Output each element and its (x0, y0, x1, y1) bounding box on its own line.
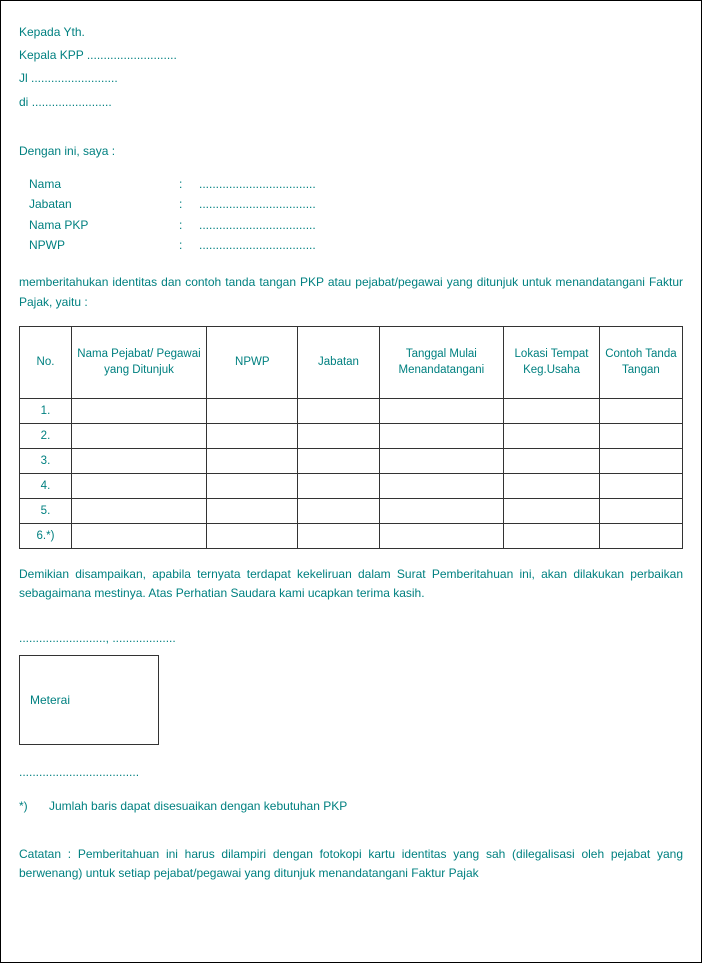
cell (504, 398, 600, 423)
paragraph-notify: memberitahukan identitas dan contoh tand… (19, 273, 683, 311)
cell-no: 6.*) (20, 523, 72, 548)
colon: : (179, 174, 199, 194)
table-header-row: No. Nama Pejabat/ Pegawai yang Ditunjuk … (20, 326, 683, 398)
document-page: Kepada Yth. Kepala KPP .................… (0, 0, 702, 963)
table-row: 3. (20, 448, 683, 473)
value-nama-pkp: ................................... (199, 215, 316, 235)
cell (379, 448, 504, 473)
table-row: 4. (20, 473, 683, 498)
field-nama: Nama : .................................… (29, 174, 683, 194)
cell (599, 423, 682, 448)
jl-prefix: Jl (19, 71, 31, 85)
table-row: 2. (20, 423, 683, 448)
label-jabatan: Jabatan (29, 194, 179, 214)
cell (207, 448, 298, 473)
footnote: *) Jumlah baris dapat disesuaikan dengan… (19, 799, 683, 813)
place-date-line: .........................., ............… (19, 631, 683, 645)
intro-text: Dengan ini, saya : (19, 144, 683, 158)
cell (379, 498, 504, 523)
cell (599, 448, 682, 473)
cell (71, 498, 206, 523)
signature-line: .................................... (19, 765, 683, 779)
cell (599, 523, 682, 548)
th-lokasi: Lokasi Tempat Keg.Usaha (504, 326, 600, 398)
cell (207, 498, 298, 523)
kpp-blank: ........................... (87, 48, 177, 62)
value-jabatan: ................................... (199, 194, 316, 214)
cell (71, 523, 206, 548)
cell (599, 398, 682, 423)
cell (379, 473, 504, 498)
table-row: 1. (20, 398, 683, 423)
recipient-line-4: di ........................ (19, 93, 683, 112)
cell (504, 473, 600, 498)
label-npwp: NPWP (29, 235, 179, 255)
recipient-line-2: Kepala KPP ........................... (19, 46, 683, 65)
cell (599, 473, 682, 498)
signature-table: No. Nama Pejabat/ Pegawai yang Ditunjuk … (19, 326, 683, 549)
cell (207, 398, 298, 423)
meterai-label: Meterai (30, 693, 70, 707)
cell (504, 523, 600, 548)
footnote-text: Jumlah baris dapat disesuaikan dengan ke… (49, 799, 347, 813)
di-blank: ........................ (32, 95, 112, 109)
field-npwp: NPWP : .................................… (29, 235, 683, 255)
cell-no: 5. (20, 498, 72, 523)
th-tanggal: Tanggal Mulai Menandatangani (379, 326, 504, 398)
cell (504, 498, 600, 523)
closing-paragraph: Demikian disampaikan, apabila ternyata t… (19, 565, 683, 603)
jl-blank: .......................... (31, 71, 118, 85)
cell (71, 423, 206, 448)
cell (379, 523, 504, 548)
cell (207, 473, 298, 498)
field-jabatan: Jabatan : ..............................… (29, 194, 683, 214)
recipient-line-3: Jl .......................... (19, 69, 683, 88)
cell (298, 523, 379, 548)
colon: : (179, 235, 199, 255)
table-row: 5. (20, 498, 683, 523)
th-jabatan: Jabatan (298, 326, 379, 398)
footnote-mark: *) (19, 799, 49, 813)
identity-fields: Nama : .................................… (29, 174, 683, 256)
di-prefix: di (19, 95, 32, 109)
label-nama: Nama (29, 174, 179, 194)
cell-no: 4. (20, 473, 72, 498)
cell (298, 448, 379, 473)
field-nama-pkp: Nama PKP : .............................… (29, 215, 683, 235)
table-body: 1. 2. 3. 4. 5. 6.*) (20, 398, 683, 548)
value-npwp: ................................... (199, 235, 316, 255)
cell (504, 448, 600, 473)
cell-no: 2. (20, 423, 72, 448)
cell (71, 473, 206, 498)
cell (207, 523, 298, 548)
th-npwp: NPWP (207, 326, 298, 398)
cell (298, 498, 379, 523)
recipient-line-1: Kepada Yth. (19, 23, 683, 42)
catatan-note: Catatan : Pemberitahuan ini harus dilamp… (19, 845, 683, 883)
th-contoh: Contoh Tanda Tangan (599, 326, 682, 398)
label-nama-pkp: Nama PKP (29, 215, 179, 235)
cell (504, 423, 600, 448)
colon: : (179, 215, 199, 235)
kpp-prefix: Kepala KPP (19, 48, 87, 62)
cell (379, 398, 504, 423)
meterai-box: Meterai (19, 655, 159, 745)
th-no: No. (20, 326, 72, 398)
table-row: 6.*) (20, 523, 683, 548)
cell (298, 423, 379, 448)
th-nama: Nama Pejabat/ Pegawai yang Ditunjuk (71, 326, 206, 398)
cell-no: 3. (20, 448, 72, 473)
cell (207, 423, 298, 448)
cell (599, 498, 682, 523)
cell (298, 473, 379, 498)
cell (298, 398, 379, 423)
cell (71, 448, 206, 473)
cell (379, 423, 504, 448)
cell (71, 398, 206, 423)
cell-no: 1. (20, 398, 72, 423)
value-nama: ................................... (199, 174, 316, 194)
colon: : (179, 194, 199, 214)
